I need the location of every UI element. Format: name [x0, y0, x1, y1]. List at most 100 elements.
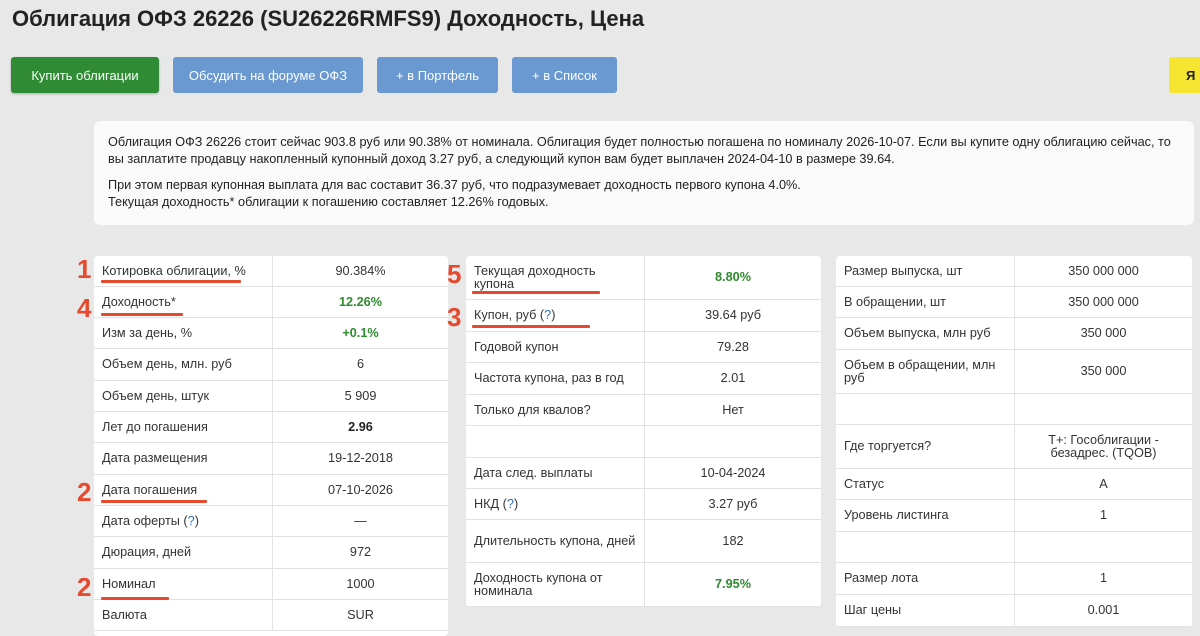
help-link[interactable]: ? [544, 309, 551, 322]
coupon-row-label: НКД (?) [474, 489, 638, 519]
coupon-row-label: Длительность купона, дней [474, 520, 638, 562]
coupon-row-label: Доходность купона от номинала [474, 563, 638, 606]
issue-row: Размер лота 1 [836, 563, 1192, 595]
quote-row-label: Изм за день, % [102, 318, 266, 348]
row-label-text: Дата погашения [102, 482, 198, 497]
row-label-text: Уровень листинга [844, 508, 949, 522]
row-label-text: Купон, руб [474, 308, 537, 322]
issue-row-value: A [1014, 469, 1192, 499]
quote-row: Лет до погашения 2.96 [94, 412, 448, 443]
summary-yield: Текущая доходность* облигации к погашени… [108, 195, 549, 209]
discuss-forum-button[interactable]: Обсудить на форуме ОФЗ [173, 57, 363, 93]
quote-row-label: Дюрация, дней [102, 537, 266, 568]
issue-row-value: 1 [1014, 563, 1192, 594]
issue-row: Объем выпуска, млн руб 350 000 [836, 318, 1192, 350]
annotation-underline [101, 500, 207, 503]
issue-row-label: Где торгуется? [844, 425, 1008, 468]
quote-row-value: 5 909 [272, 381, 448, 411]
row-label-text: Текущая доходность купона [474, 263, 596, 291]
bond-issue-table: Размер выпуска, шт 350 000 000 В обращении… [836, 256, 1192, 627]
issue-row-label: Объем в обращении, млн руб [844, 350, 1008, 393]
issue-row: Статус A [836, 469, 1192, 500]
quote-row: Объем день, штук 5 909 [94, 381, 448, 412]
quote-row-label: Валюта [102, 600, 266, 630]
coupon-row-value: 2.01 [644, 363, 821, 394]
row-label-text: Лет до погашения [102, 419, 208, 434]
coupon-row: НКД (?) 3.27 руб [466, 489, 821, 520]
help-paren: ( [499, 496, 507, 511]
quote-row: Изм за день, % +0.1% [94, 318, 448, 349]
issue-row-value: 1 [1014, 500, 1192, 531]
coupon-row: Частота купона, раз в год 2.01 [466, 363, 821, 395]
buy-bonds-button[interactable]: Купить облигации [11, 57, 159, 93]
row-label-text: В обращении, шт [844, 294, 946, 309]
coupon-row-value [644, 426, 821, 457]
issue-row-label [844, 394, 1008, 424]
bond-coupon-table: Текущая доходность купона 8.80% Купон, руб… [466, 256, 821, 607]
summary-text: Облигация ОФЗ 26226 стоит сейчас 903.8 р… [108, 135, 1171, 166]
quote-row-value: 6 [272, 349, 448, 380]
quote-row-value: 2.96 [272, 412, 448, 442]
coupon-row: Дата след. выплаты 10-04-2024 [466, 458, 821, 489]
add-to-list-button[interactable]: + в Список [512, 57, 617, 93]
issue-row: Уровень листинга 1 [836, 500, 1192, 532]
coupon-row-value: 182 [644, 520, 821, 562]
quote-row-value: 1000 [272, 569, 448, 599]
quote-row-value: 07-10-2026 [272, 475, 448, 505]
issue-row-label: Размер лота [844, 563, 1008, 594]
quote-row: Валюта SUR [94, 600, 448, 631]
coupon-row: Доходность купона от номинала 7.95% [466, 563, 821, 607]
issue-row-value [1014, 394, 1192, 424]
row-label-text: Дюрация, дней [102, 545, 192, 559]
row-label-text: Объем в обращении, млн руб [844, 357, 996, 385]
annotation-underline [472, 291, 600, 294]
coupon-row: Только для квалов? Нет [466, 395, 821, 426]
quote-row-value: — [272, 506, 448, 536]
quote-row-value: 19-12-2018 [272, 443, 448, 474]
annotation-mark-5: 5 [447, 259, 462, 289]
coupon-row-value: 10-04-2024 [644, 458, 821, 488]
yandex-button[interactable]: Я [1169, 57, 1200, 93]
help-link[interactable]: ? [188, 514, 195, 528]
help-link[interactable]: ? [507, 497, 514, 511]
coupon-row-value: 39.64 руб [644, 300, 821, 331]
issue-row: Где торгуется? Т+: Гособлигации - безадре… [836, 425, 1192, 469]
coupon-row-label: Частота купона, раз в год [474, 363, 638, 394]
quote-row: Дата оферты (?) — [94, 506, 448, 537]
issue-row-label: Уровень листинга [844, 500, 1008, 531]
issue-row-value: 0.001 [1014, 595, 1192, 626]
row-label-text: Размер лота [844, 571, 919, 585]
row-label-text: Доходность* [102, 294, 176, 309]
row-label-text: Дата размещения [102, 451, 208, 465]
quote-row-label: Номинал [102, 569, 266, 599]
issue-row: Шаг цены 0.001 [836, 595, 1192, 627]
quote-row: Номинал 1000 [94, 569, 448, 600]
quote-row-label: Лет до погашения [102, 412, 266, 442]
quote-row-label: Дата размещения [102, 443, 266, 474]
issue-row-value: 350 000 000 [1014, 256, 1192, 286]
issue-row-value: 350 000 [1014, 350, 1192, 393]
issue-row-label: Размер выпуска, шт [844, 256, 1008, 286]
row-label-text: Годовой купон [474, 339, 559, 354]
annotation-mark-3: 3 [447, 302, 462, 332]
row-label-text: Статус [844, 476, 885, 491]
row-label-text: НКД [474, 496, 500, 511]
annotation-underline [472, 325, 590, 328]
row-label-text: Изм за день, % [102, 325, 192, 340]
issue-row-value [1014, 532, 1192, 562]
quote-row: Объем день, млн. руб 6 [94, 349, 448, 381]
quote-row-label: Объем день, млн. руб [102, 349, 266, 380]
help-paren: ) [194, 513, 199, 528]
add-to-portfolio-button[interactable]: + в Портфель [377, 57, 498, 93]
issue-row-label [844, 532, 1008, 562]
quote-row-value: +0.1% [272, 318, 448, 348]
quote-row-value: 12.26% [272, 287, 448, 317]
row-label-text: Валюта [102, 607, 147, 622]
coupon-row-value: 3.27 руб [644, 489, 821, 519]
coupon-row [466, 426, 821, 458]
bond-summary: Облигация ОФЗ 26226 стоит сейчас 903.8 р… [94, 121, 1194, 225]
issue-row-label: Объем выпуска, млн руб [844, 318, 1008, 349]
issue-row [836, 394, 1192, 425]
row-label-text: Дата след. выплаты [474, 465, 593, 480]
coupon-row-label: Дата след. выплаты [474, 458, 638, 488]
